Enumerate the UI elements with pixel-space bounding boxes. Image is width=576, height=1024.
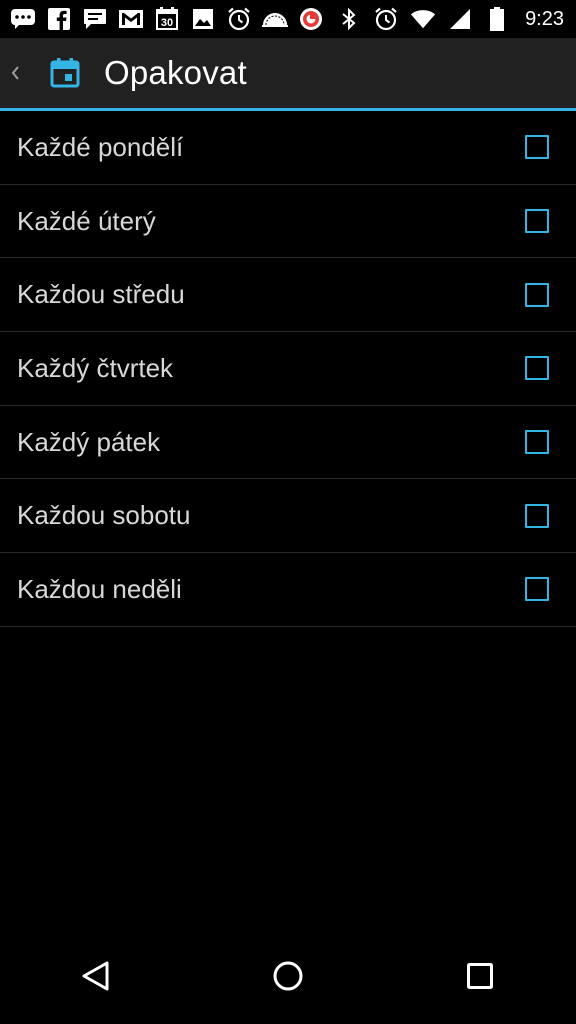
status-time: 9:23 — [525, 7, 564, 30]
recents-icon — [467, 963, 493, 989]
app-notification-icon — [298, 6, 324, 32]
image-icon — [190, 6, 216, 32]
back-icon — [82, 961, 109, 991]
alarm-icon — [226, 6, 252, 32]
sunday-checkbox[interactable] — [525, 577, 549, 602]
list-item-tuesday[interactable]: Každé úterý — [0, 185, 576, 259]
navigation-bar — [0, 928, 576, 1024]
back-button[interactable] — [66, 946, 126, 1006]
list-item-saturday[interactable]: Každou sobotu — [0, 479, 576, 554]
home-icon — [273, 961, 303, 991]
monday-checkbox[interactable] — [525, 135, 549, 160]
calendar-date: 30 — [161, 17, 173, 29]
page-title: Opakovat — [104, 54, 247, 91]
list-item-label: Každý čtvrtek — [17, 352, 174, 383]
alarm-icon — [373, 6, 399, 32]
message-icon — [82, 6, 108, 32]
bluetooth-icon — [336, 6, 362, 32]
calendar-icon — [50, 58, 80, 88]
list-item-monday[interactable]: Každé pondělí — [0, 111, 576, 185]
list-item-friday[interactable]: Každý pátek — [0, 406, 576, 480]
battery-icon — [484, 6, 510, 32]
chat-icon — [10, 6, 36, 32]
home-button[interactable] — [258, 946, 318, 1006]
gmail-icon — [118, 6, 144, 32]
list-item-label: Každé úterý — [17, 205, 156, 236]
facebook-icon — [46, 6, 72, 32]
list-item-label: Každou neděli — [17, 573, 182, 604]
list-item-sunday[interactable]: Každou neděli — [0, 553, 576, 627]
system-icons: 9:23 — [336, 6, 564, 32]
list-item-wednesday[interactable]: Každou středu — [0, 258, 576, 333]
up-button[interactable] — [0, 38, 80, 108]
thursday-checkbox[interactable] — [525, 356, 549, 381]
signal-icon — [447, 6, 473, 32]
status-bar: 30 9:23 — [0, 0, 576, 38]
list-item-label: Každou středu — [17, 279, 185, 310]
tuesday-checkbox[interactable] — [525, 209, 549, 234]
action-bar: Opakovat — [0, 38, 576, 111]
cloud-icon — [262, 6, 288, 32]
chevron-left-icon — [10, 63, 24, 83]
recents-button[interactable] — [450, 946, 510, 1006]
saturday-checkbox[interactable] — [525, 503, 549, 528]
wednesday-checkbox[interactable] — [525, 282, 549, 307]
calendar-icon: 30 — [154, 6, 180, 32]
notification-icons: 30 — [10, 6, 324, 32]
list-item-label: Každé pondělí — [17, 131, 184, 162]
list-item-thursday[interactable]: Každý čtvrtek — [0, 332, 576, 406]
friday-checkbox[interactable] — [525, 430, 549, 455]
wifi-icon — [410, 6, 436, 32]
repeat-days-list: Každé pondělí Každé úterý Každou středu … — [0, 111, 576, 627]
list-item-label: Každý pátek — [17, 426, 161, 457]
list-item-label: Každou sobotu — [17, 500, 191, 531]
